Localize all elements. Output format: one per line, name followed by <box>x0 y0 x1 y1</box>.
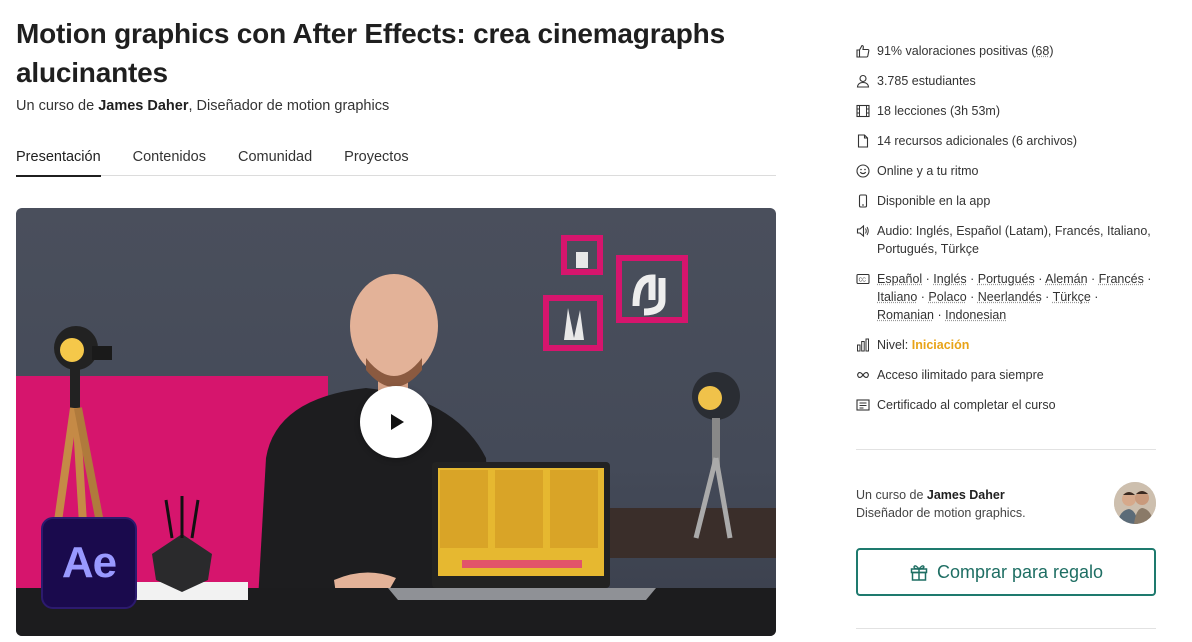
course-byline: Un curso de James Daher, Diseñador de mo… <box>16 98 389 114</box>
byline-prefix: Un curso de <box>16 98 99 114</box>
speaker-icon <box>856 224 869 238</box>
cc-icon: CC <box>856 273 870 285</box>
tab-presentacion[interactable]: Presentación <box>16 146 101 177</box>
tab-proyectos[interactable]: Proyectos <box>344 146 408 176</box>
feature-app: Disponible en la app <box>856 192 1156 210</box>
subtitle-lang[interactable]: Türkçe <box>1053 290 1091 304</box>
film-icon <box>856 104 870 118</box>
buy-as-gift-button[interactable]: Comprar para regalo <box>856 548 1156 596</box>
subtitle-lang[interactable]: Español <box>877 272 922 286</box>
feature-level: Nivel: Iniciación <box>856 336 1156 354</box>
subtitle-languages: Español · Inglés · Portugués · Alemán · … <box>877 272 1152 322</box>
subtitle-lang[interactable]: Francés <box>1099 272 1144 286</box>
smile-icon <box>856 164 870 178</box>
feature-students: 3.785 estudiantes <box>856 72 1156 90</box>
feature-online: Online y a tu ritmo <box>856 162 1156 180</box>
author-role: Diseñador de motion graphics. <box>856 506 1026 520</box>
file-icon <box>857 134 869 148</box>
subtitle-lang[interactable]: Romanian <box>877 308 934 322</box>
subtitle-lang[interactable]: Polaco <box>928 290 966 304</box>
author-card[interactable]: Un curso de James Daher Diseñador de mot… <box>856 486 1156 522</box>
feature-lessons: 18 lecciones (3h 53m) <box>856 102 1156 120</box>
certificate-icon <box>856 399 870 411</box>
gift-icon <box>910 565 928 581</box>
feature-subtitles: CC Español · Inglés · Portugués · Alemán… <box>856 270 1156 324</box>
feature-audio: Audio: Inglés, Español (Latam), Francés,… <box>856 222 1156 258</box>
divider <box>856 449 1156 450</box>
author-name[interactable]: James Daher <box>927 488 1005 502</box>
video-player[interactable]: Ae <box>16 208 776 636</box>
course-features: 91% valoraciones positivas (68) 3.785 es… <box>856 42 1156 426</box>
course-title: Motion graphics con After Effects: crea … <box>16 18 725 88</box>
avatar-image <box>1114 482 1156 524</box>
course-tabs: Presentación Contenidos Comunidad Proyec… <box>16 146 776 177</box>
bar-chart-icon <box>857 338 869 352</box>
play-icon <box>391 414 404 430</box>
byline-author-name[interactable]: James Daher <box>98 98 188 114</box>
feature-resources: 14 recursos adicionales (6 archivos) <box>856 132 1156 150</box>
byline-suffix: , Diseñador de motion graphics <box>188 98 390 114</box>
feature-rating: 91% valoraciones positivas (68) <box>856 42 1156 60</box>
feature-certificate: Certificado al completar el curso <box>856 396 1156 414</box>
play-button[interactable] <box>360 386 432 458</box>
subtitle-lang[interactable]: Indonesian <box>945 308 1006 322</box>
subtitle-lang[interactable]: Inglés <box>933 272 966 286</box>
feature-access: Acceso ilimitado para siempre <box>856 366 1156 384</box>
rating-count-link[interactable]: 68 <box>1035 44 1049 58</box>
shelf <box>596 508 776 558</box>
svg-text:CC: CC <box>859 277 867 283</box>
subtitle-lang[interactable]: Portugués <box>978 272 1035 286</box>
wall-shelves <box>543 235 688 351</box>
thumbs-up-icon <box>856 44 870 58</box>
subtitle-lang[interactable]: Neerlandés <box>978 290 1042 304</box>
tab-contenidos[interactable]: Contenidos <box>133 146 206 176</box>
level-value: Iniciación <box>911 338 970 352</box>
subtitle-lang[interactable]: Alemán <box>1045 272 1087 286</box>
gift-button-label: Comprar para regalo <box>936 561 1104 582</box>
tab-comunidad[interactable]: Comunidad <box>238 146 312 176</box>
after-effects-logo: Ae <box>41 517 137 609</box>
avatar[interactable] <box>1114 482 1156 524</box>
user-icon <box>856 74 870 88</box>
infinity-icon <box>857 372 869 378</box>
divider <box>856 628 1156 629</box>
phone-icon <box>858 194 868 208</box>
subtitle-lang[interactable]: Italiano <box>877 290 917 304</box>
